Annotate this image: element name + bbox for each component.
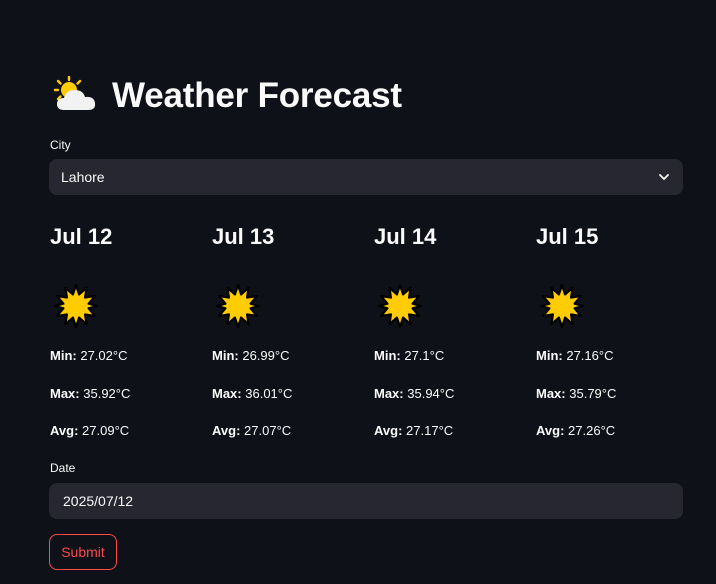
min-label: Min: [536,348,563,363]
date-input[interactable] [61,492,671,510]
forecast-date: Jul 14 [374,224,437,249]
city-label: City [50,138,71,152]
min-temp: Min: 26.99°C [212,348,289,363]
min-temp: Min: 27.16°C [536,348,613,363]
avg-label: Avg: [50,423,79,438]
min-label: Min: [374,348,401,363]
max-temp: Max: 35.79°C [536,386,616,401]
min-value: 27.16°C [566,348,614,363]
avg-value: 27.07°C [244,423,292,438]
max-label: Max: [212,386,242,401]
forecast-day-2: Jul 13 Min: 26.99°C Max: 36.01°C Avg: 27… [212,222,362,438]
avg-value: 27.17°C [406,423,454,438]
avg-label: Avg: [374,423,403,438]
date-label: Date [50,461,76,475]
max-temp: Max: 35.92°C [50,386,130,401]
avg-value: 27.26°C [568,423,616,438]
avg-temp: Avg: 27.26°C [536,423,615,438]
max-value: 35.79°C [569,386,617,401]
avg-label: Avg: [212,423,241,438]
avg-temp: Avg: 27.09°C [50,423,129,438]
sun-icon [378,284,422,328]
min-value: 27.1°C [404,348,445,363]
forecast-day-1: Jul 12 Min: 27.02°C Max: 35.92°C Avg: 27… [50,222,200,438]
max-temp: Max: 35.94°C [374,386,454,401]
max-label: Max: [536,386,566,401]
app-root: Weather Forecast City Lahore Jul 12 Min:… [0,0,716,584]
min-value: 26.99°C [242,348,290,363]
avg-label: Avg: [536,423,565,438]
sun-icon [54,284,98,328]
forecast-date: Jul 15 [536,224,599,249]
sun-icon [540,284,584,328]
forecast-date: Jul 12 [50,224,113,249]
min-label: Min: [212,348,239,363]
max-temp: Max: 36.01°C [212,386,292,401]
forecast-day-3: Jul 14 Min: 27.1°C Max: 35.94°C Avg: 27.… [374,222,524,438]
min-label: Min: [50,348,77,363]
forecast-date: Jul 13 [212,224,275,249]
max-value: 35.92°C [83,386,131,401]
city-select-value: Lahore [61,169,105,185]
date-field[interactable] [49,483,683,519]
city-select[interactable]: Lahore [49,159,683,195]
min-value: 27.02°C [80,348,128,363]
avg-value: 27.09°C [82,423,130,438]
min-temp: Min: 27.02°C [50,348,127,363]
max-label: Max: [374,386,404,401]
max-value: 35.94°C [407,386,455,401]
forecast-day-4: Jul 15 Min: 27.16°C Max: 35.79°C Avg: 27… [536,222,686,438]
avg-temp: Avg: 27.17°C [374,423,453,438]
sun-icon [216,284,260,328]
avg-temp: Avg: 27.07°C [212,423,291,438]
page-title: Weather Forecast [112,76,402,115]
sun-behind-cloud-icon [53,76,96,110]
chevron-down-icon[interactable] [657,170,671,184]
submit-button[interactable]: Submit [49,534,117,570]
max-value: 36.01°C [245,386,293,401]
max-label: Max: [50,386,80,401]
min-temp: Min: 27.1°C [374,348,444,363]
page-header: Weather Forecast [52,72,402,120]
